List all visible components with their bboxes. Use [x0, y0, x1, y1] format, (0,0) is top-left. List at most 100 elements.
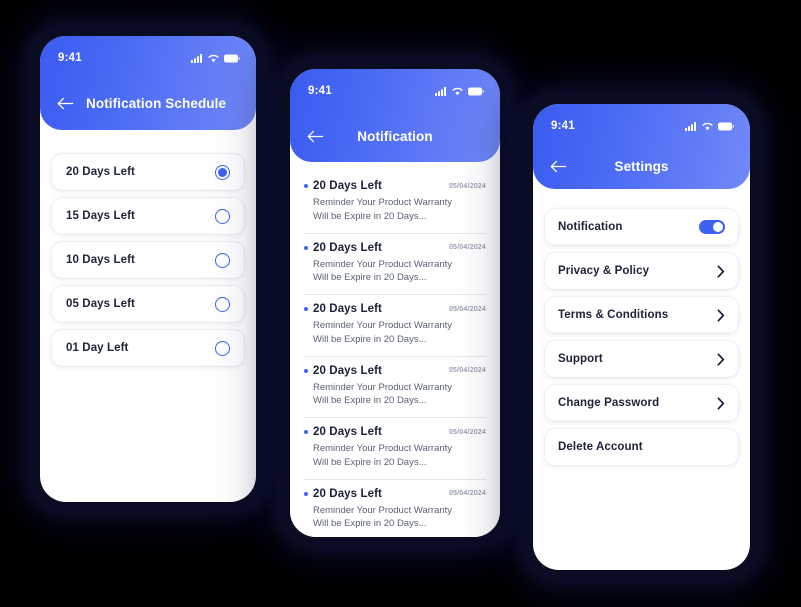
status-time: 9:41: [58, 52, 82, 64]
notification-header: 20 Days Left 05/04/2024: [304, 180, 486, 192]
radio-button[interactable]: [215, 252, 230, 268]
schedule-option-label: 15 Days Left: [66, 210, 135, 222]
settings-item-label: Notification: [558, 221, 623, 233]
notification-title: 20 Days Left: [313, 426, 382, 439]
signal-icon: [435, 86, 447, 96]
chevron-right-icon[interactable]: [717, 264, 725, 278]
phone-mockup-settings: 9:41 Settings Notification Privacy & Pol…: [533, 104, 750, 570]
status-time: 9:41: [308, 85, 332, 97]
status-bar: 9:41: [40, 36, 256, 66]
status-bar: 9:41: [533, 104, 750, 134]
notification-toggle[interactable]: [699, 220, 725, 234]
notification-description: Reminder Your Product Warranty Will be E…: [313, 197, 453, 222]
notification-description: Reminder Your Product Warranty Will be E…: [313, 258, 453, 284]
page-title: Notification Schedule: [86, 95, 227, 111]
notification-title: 20 Days Left: [313, 241, 382, 254]
notification-date: 05/04/2024: [448, 244, 486, 252]
phone-mockup-schedule: 9:41 Notification Schedule 20 Days Left …: [40, 36, 256, 502]
signal-icon: [191, 53, 203, 63]
notification-date: 05/04/2024: [448, 428, 486, 436]
back-arrow-icon[interactable]: [547, 155, 569, 177]
settings-item-delete-account[interactable]: Delete Account: [545, 429, 738, 465]
notification-header: 20 Days Left 05/04/2024: [304, 488, 486, 500]
schedule-option-label: 10 Days Left: [66, 254, 135, 266]
notification-item[interactable]: 20 Days Left 05/04/2024 Reminder Your Pr…: [304, 295, 486, 357]
notification-header: 20 Days Left 05/04/2024: [304, 303, 486, 315]
notification-description: Reminder Your Product Warranty Will be E…: [313, 504, 453, 530]
notification-title-group: 20 Days Left: [304, 303, 382, 315]
radio-button[interactable]: [215, 340, 230, 356]
settings-item-support[interactable]: Support: [545, 341, 738, 377]
unread-dot-icon: [304, 430, 308, 435]
screen-body-settings: Notification Privacy & Policy Terms & Co…: [533, 189, 750, 465]
back-arrow-icon[interactable]: [54, 92, 76, 114]
settings-item-label: Change Password: [558, 397, 660, 409]
settings-item-label: Privacy & Policy: [558, 265, 650, 277]
schedule-option-row[interactable]: 20 Days Left: [52, 154, 244, 190]
notification-item[interactable]: 20 Days Left 05/04/2024 Reminder Your Pr…: [304, 234, 486, 296]
unread-dot-icon: [304, 368, 308, 373]
notification-title: 20 Days Left: [313, 303, 382, 316]
settings-item-privacy-policy[interactable]: Privacy & Policy: [545, 253, 738, 289]
notification-title: 20 Days Left: [313, 487, 382, 500]
mockup-stage: 9:41 Notification Schedule 20 Days Left …: [0, 0, 801, 607]
battery-icon: [718, 122, 734, 131]
wifi-icon: [702, 122, 713, 131]
signal-icon: [685, 121, 697, 131]
wifi-icon: [208, 54, 219, 63]
chevron-right-icon[interactable]: [717, 352, 725, 366]
status-bar: 9:41: [290, 69, 500, 99]
screen-body-notification: 20 Days Left 05/04/2024 Reminder Your Pr…: [290, 162, 500, 537]
radio-button[interactable]: [215, 296, 230, 312]
unread-dot-icon: [304, 245, 308, 250]
nav-bar-schedule: Notification Schedule: [40, 78, 256, 128]
notification-header: 20 Days Left 05/04/2024: [304, 365, 486, 377]
notification-description: Reminder Your Product Warranty Will be E…: [313, 381, 453, 407]
notification-title: 20 Days Left: [313, 180, 382, 192]
status-icons: [685, 121, 734, 131]
status-icons: [191, 53, 240, 63]
screen-header-notification: 9:41 Notification: [290, 69, 500, 162]
notification-item[interactable]: 20 Days Left 05/04/2024 Reminder Your Pr…: [304, 172, 486, 234]
notification-description: Reminder Your Product Warranty Will be E…: [313, 443, 453, 468]
notification-header: 20 Days Left 05/04/2024: [304, 242, 486, 254]
chevron-right-icon[interactable]: [717, 308, 725, 322]
notification-date: 05/04/2024: [448, 305, 486, 313]
unread-dot-icon: [304, 491, 308, 496]
unread-dot-icon: [304, 307, 308, 312]
back-arrow-icon[interactable]: [304, 125, 326, 147]
notification-description: Reminder Your Product Warranty Will be E…: [313, 320, 453, 345]
status-time: 9:41: [551, 120, 575, 132]
notification-item[interactable]: 20 Days Left 05/04/2024 Reminder Your Pr…: [304, 418, 486, 480]
notification-title: 20 Days Left: [313, 364, 382, 377]
radio-button[interactable]: [215, 208, 230, 224]
toggle-knob: [713, 222, 723, 232]
schedule-option-row[interactable]: 05 Days Left: [52, 286, 244, 322]
notification-title-group: 20 Days Left: [304, 488, 382, 500]
notification-date: 05/04/2024: [448, 367, 486, 375]
notification-date: 05/04/2024: [448, 490, 486, 498]
notification-item[interactable]: 20 Days Left 05/04/2024 Reminder Your Pr…: [304, 357, 486, 419]
schedule-option-label: 20 Days Left: [66, 166, 135, 178]
screen-header-settings: 9:41 Settings: [533, 104, 750, 189]
radio-button[interactable]: [215, 164, 230, 180]
settings-item-label: Terms & Conditions: [558, 309, 669, 321]
settings-item-notification[interactable]: Notification: [545, 209, 738, 245]
battery-icon: [468, 87, 484, 96]
screen-header-schedule: 9:41 Notification Schedule: [40, 36, 256, 130]
schedule-option-row[interactable]: 15 Days Left: [52, 198, 244, 234]
phone-mockup-notification: 9:41 Notification 20 Days Left 05/04/202…: [290, 69, 500, 537]
notification-item[interactable]: 20 Days Left 05/04/2024 Reminder Your Pr…: [304, 480, 486, 537]
notification-title-group: 20 Days Left: [304, 365, 382, 377]
unread-dot-icon: [304, 184, 308, 188]
settings-item-label: Delete Account: [558, 441, 643, 453]
schedule-options-list: 20 Days Left 15 Days Left 10 Days Left 0…: [40, 130, 256, 366]
nav-bar-notification: Notification: [290, 111, 500, 161]
schedule-option-row[interactable]: 10 Days Left: [52, 242, 244, 278]
settings-item-change-password[interactable]: Change Password: [545, 385, 738, 421]
settings-item-label: Support: [558, 353, 603, 365]
settings-list: Notification Privacy & Policy Terms & Co…: [533, 189, 750, 465]
chevron-right-icon[interactable]: [717, 396, 725, 410]
schedule-option-row[interactable]: 01 Day Left: [52, 330, 244, 366]
settings-item-terms-conditions[interactable]: Terms & Conditions: [545, 297, 738, 333]
